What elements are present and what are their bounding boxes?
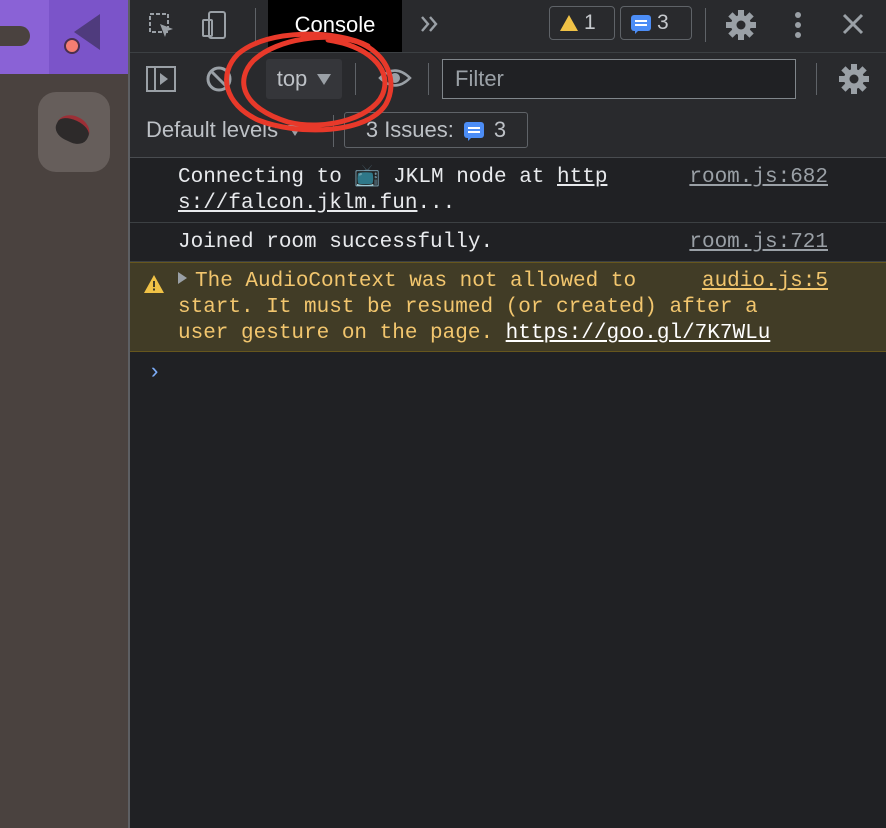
message-text[interactable]: The AudioContext was not allowed to start…	[178, 269, 770, 347]
issues-button[interactable]: 3 Issues: 3	[344, 112, 528, 148]
source-link[interactable]: room.js:721	[689, 230, 828, 256]
levels-label: Default levels	[146, 117, 279, 142]
context-selector[interactable]: top	[266, 59, 342, 99]
console-message: Joined room successfully. room.js:721	[130, 224, 886, 262]
toolbar-separator	[428, 63, 429, 95]
avatar[interactable]	[38, 92, 110, 172]
console-message: Connecting to 📺 JKLM node at http s://fal…	[130, 157, 886, 223]
toolbar-separator	[333, 115, 334, 147]
inspect-element-icon[interactable]	[148, 12, 176, 40]
context-value: top	[276, 66, 308, 91]
filter-input[interactable]	[453, 65, 785, 93]
messages-badge[interactable]: 3	[620, 6, 692, 40]
settings-icon[interactable]	[725, 9, 757, 41]
message-text[interactable]: Joined room successfully.	[178, 230, 658, 256]
avatar-image	[52, 110, 94, 148]
issues-count: 3	[493, 117, 507, 142]
message-text-part: Connecting to 📺 JKLM node at	[178, 166, 558, 189]
console-toolbar: top	[130, 53, 886, 105]
message-text-part: ...	[417, 192, 456, 215]
filter-field[interactable]	[442, 59, 796, 99]
toolbar-separator	[255, 8, 256, 42]
default-levels-dropdown[interactable]: Default levels	[146, 117, 303, 143]
messages-count: 3	[657, 11, 669, 34]
message-text[interactable]: Connecting to 📺 JKLM node at http s://fal…	[178, 165, 658, 217]
record-dot-icon	[64, 38, 80, 54]
message-link[interactable]: s://falcon.jklm.fun	[178, 192, 417, 215]
message-text-part: The AudioContext was not allowed to	[195, 270, 637, 293]
toolbar-separator	[705, 8, 706, 42]
toolbar-separator	[355, 63, 356, 95]
devtools-tabbar: Console 1 3	[130, 0, 886, 53]
page-content-area	[0, 0, 129, 828]
eye-icon[interactable]	[378, 65, 412, 91]
message-text-part: start. It must be resumed (or created) a…	[178, 296, 758, 319]
more-tabs-icon[interactable]	[418, 12, 442, 36]
message-icon	[631, 15, 651, 34]
tab-console[interactable]: Console	[268, 0, 402, 49]
message-icon	[463, 122, 484, 141]
toolbar-separator	[816, 63, 817, 95]
source-link[interactable]: audio.js:5	[702, 269, 828, 295]
clear-console-icon[interactable]	[204, 64, 234, 94]
warnings-count: 1	[584, 11, 596, 34]
devtools-panel: Console 1 3 top Filter Default levels 3 …	[130, 0, 886, 828]
message-text-part: user gesture on the page.	[178, 322, 506, 345]
warnings-badge[interactable]: 1	[549, 6, 615, 40]
chevron-prompt-icon[interactable]: ›	[148, 360, 161, 385]
message-link[interactable]: http	[557, 166, 607, 189]
warning-icon	[144, 275, 164, 302]
console-settings-icon[interactable]	[838, 63, 870, 95]
chevron-down-icon	[288, 124, 303, 136]
levels-toolbar: Default levels 3 Issues: 3	[130, 105, 886, 158]
close-icon[interactable]	[840, 11, 866, 37]
device-toolbar-icon[interactable]	[200, 10, 230, 40]
page-pill-button[interactable]	[0, 26, 30, 46]
sidebar-toggle-icon[interactable]	[145, 65, 177, 93]
warning-icon	[560, 15, 578, 31]
tab-console-underline	[268, 49, 402, 52]
source-link[interactable]: room.js:682	[689, 165, 828, 191]
console-warning-message: The AudioContext was not allowed to start…	[130, 262, 886, 352]
issues-label: 3 Issues:	[365, 117, 454, 142]
chevron-down-icon	[317, 73, 332, 85]
kebab-menu-icon[interactable]	[786, 10, 810, 40]
expand-triangle-icon[interactable]	[178, 272, 187, 285]
message-link[interactable]: https://goo.gl/7K7WLu	[506, 322, 771, 345]
